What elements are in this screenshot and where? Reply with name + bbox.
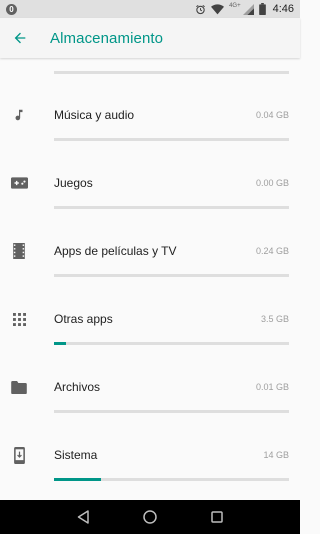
usage-bar xyxy=(54,138,289,141)
list-item-other-apps[interactable]: Otras apps 3.5 GB xyxy=(0,284,300,352)
network-type-label: 4G+ xyxy=(229,3,241,9)
status-bar: 0 4G+ 4:46 xyxy=(0,0,300,18)
previous-item-usage-bar xyxy=(54,71,289,74)
wifi-icon xyxy=(211,3,225,14)
category-label: Sistema xyxy=(54,448,98,462)
gamepad-icon xyxy=(10,174,28,192)
status-clock: 4:46 xyxy=(272,3,294,15)
category-size: 0.04 GB xyxy=(255,110,289,120)
system-navigation-bar xyxy=(0,500,300,534)
nav-recents-button[interactable] xyxy=(205,505,229,529)
category-size: 0.24 GB xyxy=(255,246,289,256)
category-label: Apps de películas y TV xyxy=(54,244,177,258)
music-note-icon xyxy=(10,106,28,124)
storage-category-list: Música y audio 0.04 GB Juegos 0.00 GB Ap… xyxy=(0,58,300,500)
usage-bar xyxy=(54,478,289,481)
list-item-music[interactable]: Música y audio 0.04 GB xyxy=(0,80,300,148)
usage-bar-fill xyxy=(54,478,101,481)
nav-back-icon xyxy=(78,510,90,524)
usage-bar xyxy=(54,206,289,209)
alarm-icon xyxy=(196,4,205,14)
nav-back-button[interactable] xyxy=(71,505,95,529)
nav-recents-icon xyxy=(210,511,223,523)
folder-icon xyxy=(10,378,28,396)
category-label: Otras apps xyxy=(54,312,113,326)
category-size: 0.01 GB xyxy=(255,382,289,392)
category-label: Archivos xyxy=(54,380,101,394)
list-item-system[interactable]: Sistema 14 GB xyxy=(0,420,300,488)
signal-icon xyxy=(242,3,254,15)
usage-bar xyxy=(54,342,289,345)
usage-bar xyxy=(54,410,289,413)
arrow-back-icon xyxy=(14,32,26,44)
notification-app-icon: 0 xyxy=(6,3,17,15)
category-label: Juegos xyxy=(54,176,93,190)
back-button[interactable] xyxy=(0,18,40,58)
category-size: 0.00 GB xyxy=(255,178,289,188)
list-item-files[interactable]: Archivos 0.01 GB xyxy=(0,352,300,420)
nav-home-button[interactable] xyxy=(138,505,162,529)
system-phone-icon xyxy=(10,446,28,464)
film-icon xyxy=(10,242,28,260)
list-item-games[interactable]: Juegos 0.00 GB xyxy=(0,148,300,216)
nav-home-icon xyxy=(143,510,157,524)
list-item-movies-tv[interactable]: Apps de películas y TV 0.24 GB xyxy=(0,216,300,284)
category-size: 3.5 GB xyxy=(260,314,289,324)
category-size: 14 GB xyxy=(263,450,289,460)
usage-bar xyxy=(54,274,289,277)
usage-bar-fill xyxy=(54,342,66,345)
app-bar: Almacenamiento xyxy=(0,18,300,58)
battery-icon xyxy=(258,3,266,15)
page-title: Almacenamiento xyxy=(50,29,164,47)
category-label: Música y audio xyxy=(54,108,135,122)
apps-grid-icon xyxy=(10,310,28,328)
